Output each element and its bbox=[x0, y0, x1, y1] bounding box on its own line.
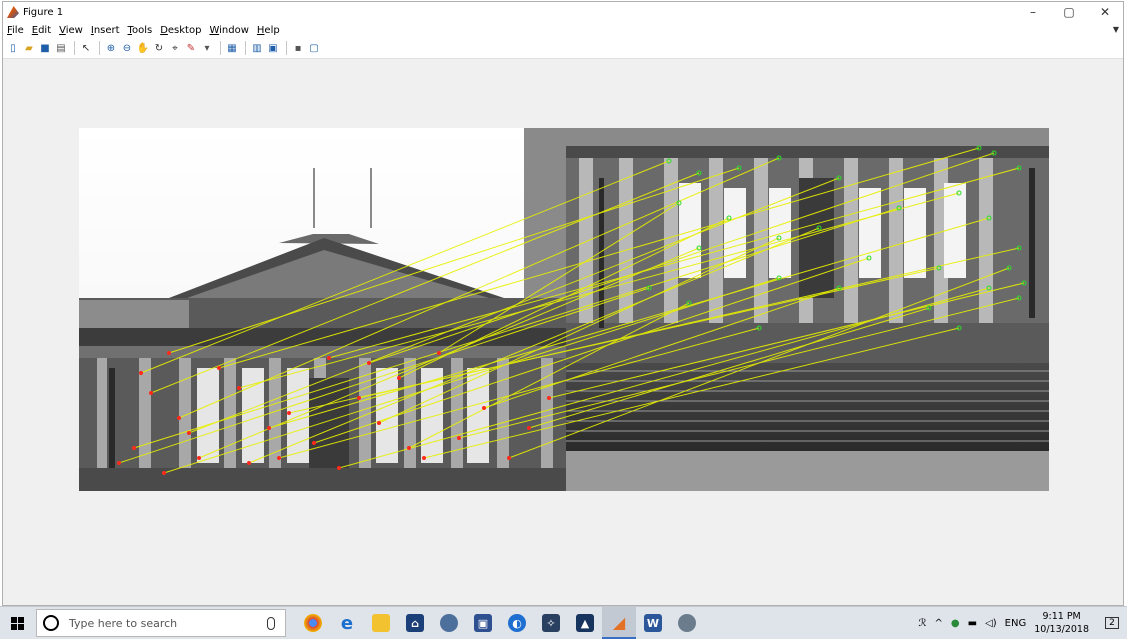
pan-icon[interactable]: ✋ bbox=[136, 41, 150, 55]
zoom-in-icon[interactable]: ⊕ bbox=[104, 41, 118, 55]
clock-time: 9:11 PM bbox=[1042, 611, 1081, 622]
dock-arrow-icon[interactable]: ▼ bbox=[1113, 25, 1119, 34]
clock-date: 10/13/2018 bbox=[1034, 624, 1089, 635]
toolbar-divider bbox=[245, 41, 246, 55]
close-button[interactable]: ✕ bbox=[1087, 2, 1123, 22]
menu-file[interactable]: File bbox=[7, 25, 24, 36]
app-icon[interactable]: ▣ bbox=[466, 607, 500, 639]
title-bar[interactable]: Figure 1 – ▢ ✕ bbox=[3, 2, 1123, 22]
app4-icon[interactable] bbox=[670, 607, 704, 639]
figure-window: Figure 1 – ▢ ✕ File Edit View Insert Too… bbox=[2, 1, 1124, 606]
window-controls: – ▢ ✕ bbox=[1015, 2, 1123, 22]
pointer-icon[interactable]: ↖ bbox=[79, 41, 93, 55]
taskbar-search-box[interactable]: Type here to search bbox=[36, 609, 286, 637]
menu-help[interactable]: Help bbox=[257, 25, 280, 36]
brush-icon[interactable]: ✎ bbox=[184, 41, 198, 55]
word-icon[interactable]: W bbox=[636, 607, 670, 639]
notification-count: 2 bbox=[1105, 617, 1119, 629]
rotate-3d-icon[interactable]: ↻ bbox=[152, 41, 166, 55]
taskbar-clock[interactable]: 9:11 PM 10/13/2018 bbox=[1034, 610, 1089, 636]
start-button[interactable] bbox=[0, 607, 34, 639]
open-file-icon[interactable]: ▰ bbox=[22, 41, 36, 55]
battery-icon[interactable]: ▬ bbox=[968, 618, 977, 629]
left-image bbox=[79, 128, 566, 491]
menu-edit[interactable]: Edit bbox=[32, 25, 51, 36]
chevron-up-icon[interactable]: ^ bbox=[935, 618, 943, 629]
windows-logo-icon bbox=[10, 616, 24, 630]
right-image bbox=[524, 128, 1049, 491]
dock-plot-tools-icon[interactable]: ▢ bbox=[307, 41, 321, 55]
people-icon[interactable]: ℛ bbox=[919, 618, 927, 629]
menu-desktop[interactable]: Desktop bbox=[160, 25, 201, 36]
system-tray: ℛ ^ ● ▬ ◁) ENG 9:11 PM 10/13/2018 2 bbox=[915, 607, 1127, 639]
print-icon[interactable]: ▤ bbox=[54, 41, 68, 55]
matlab-figure-icon bbox=[7, 6, 19, 18]
menu-window[interactable]: Window bbox=[209, 25, 248, 36]
menu-view[interactable]: View bbox=[59, 25, 83, 36]
show-plot-tools-icon[interactable]: ▪ bbox=[291, 41, 305, 55]
volume-icon[interactable]: ◁) bbox=[985, 618, 997, 629]
microphone-icon[interactable] bbox=[267, 616, 275, 630]
zoom-out-icon[interactable]: ⊖ bbox=[120, 41, 134, 55]
taskbar-apps: e ⌂ ▣ ◐ ✧ ▲ ◢ W bbox=[296, 607, 704, 639]
toolbar-divider bbox=[286, 41, 287, 55]
toolbar-divider bbox=[220, 41, 221, 55]
matlab-icon[interactable]: ◢ bbox=[602, 607, 636, 639]
link-plot-icon[interactable]: ▾ bbox=[200, 41, 214, 55]
app2-icon[interactable]: ◐ bbox=[500, 607, 534, 639]
steam-icon[interactable] bbox=[432, 607, 466, 639]
window-title: Figure 1 bbox=[23, 6, 64, 18]
network-icon[interactable]: ● bbox=[951, 618, 960, 629]
chrome-icon[interactable] bbox=[296, 607, 330, 639]
menu-tools[interactable]: Tools bbox=[128, 25, 153, 36]
menu-bar: File Edit View Insert Tools Desktop Wind… bbox=[3, 22, 1123, 38]
toolbar-divider bbox=[74, 41, 75, 55]
matched-features-image bbox=[79, 128, 1049, 491]
figure-toolbar: ▯ ▰ ■ ▤ ↖ ⊕ ⊖ ✋ ↻ ⌖ ✎ ▾ ▦ ▥ ▣ ▪ ▢ bbox=[3, 38, 1123, 59]
insert-legend-icon[interactable]: ▥ bbox=[250, 41, 264, 55]
search-placeholder: Type here to search bbox=[69, 616, 178, 630]
app3-icon[interactable]: ✧ bbox=[534, 607, 568, 639]
maximize-button[interactable]: ▢ bbox=[1051, 2, 1087, 22]
insert-colorbar-icon[interactable]: ▦ bbox=[225, 41, 239, 55]
toolbar-divider bbox=[99, 41, 100, 55]
menu-insert[interactable]: Insert bbox=[91, 25, 120, 36]
data-cursor-icon[interactable]: ⌖ bbox=[168, 41, 182, 55]
language-indicator[interactable]: ENG bbox=[1005, 618, 1027, 629]
minimize-button[interactable]: – bbox=[1015, 2, 1051, 22]
new-figure-icon[interactable]: ▯ bbox=[6, 41, 20, 55]
store-icon[interactable]: ⌂ bbox=[398, 607, 432, 639]
photos-icon[interactable]: ▲ bbox=[568, 607, 602, 639]
windows-taskbar: Type here to search e ⌂ ▣ ◐ ✧ ▲ ◢ W ℛ ^ … bbox=[0, 606, 1127, 639]
edge-icon[interactable]: e bbox=[330, 607, 364, 639]
hide-plot-tools-icon[interactable]: ▣ bbox=[266, 41, 280, 55]
save-icon[interactable]: ■ bbox=[38, 41, 52, 55]
notifications-icon[interactable]: 2 bbox=[1097, 607, 1127, 639]
cortana-icon bbox=[43, 615, 59, 631]
file-explorer-icon[interactable] bbox=[364, 607, 398, 639]
